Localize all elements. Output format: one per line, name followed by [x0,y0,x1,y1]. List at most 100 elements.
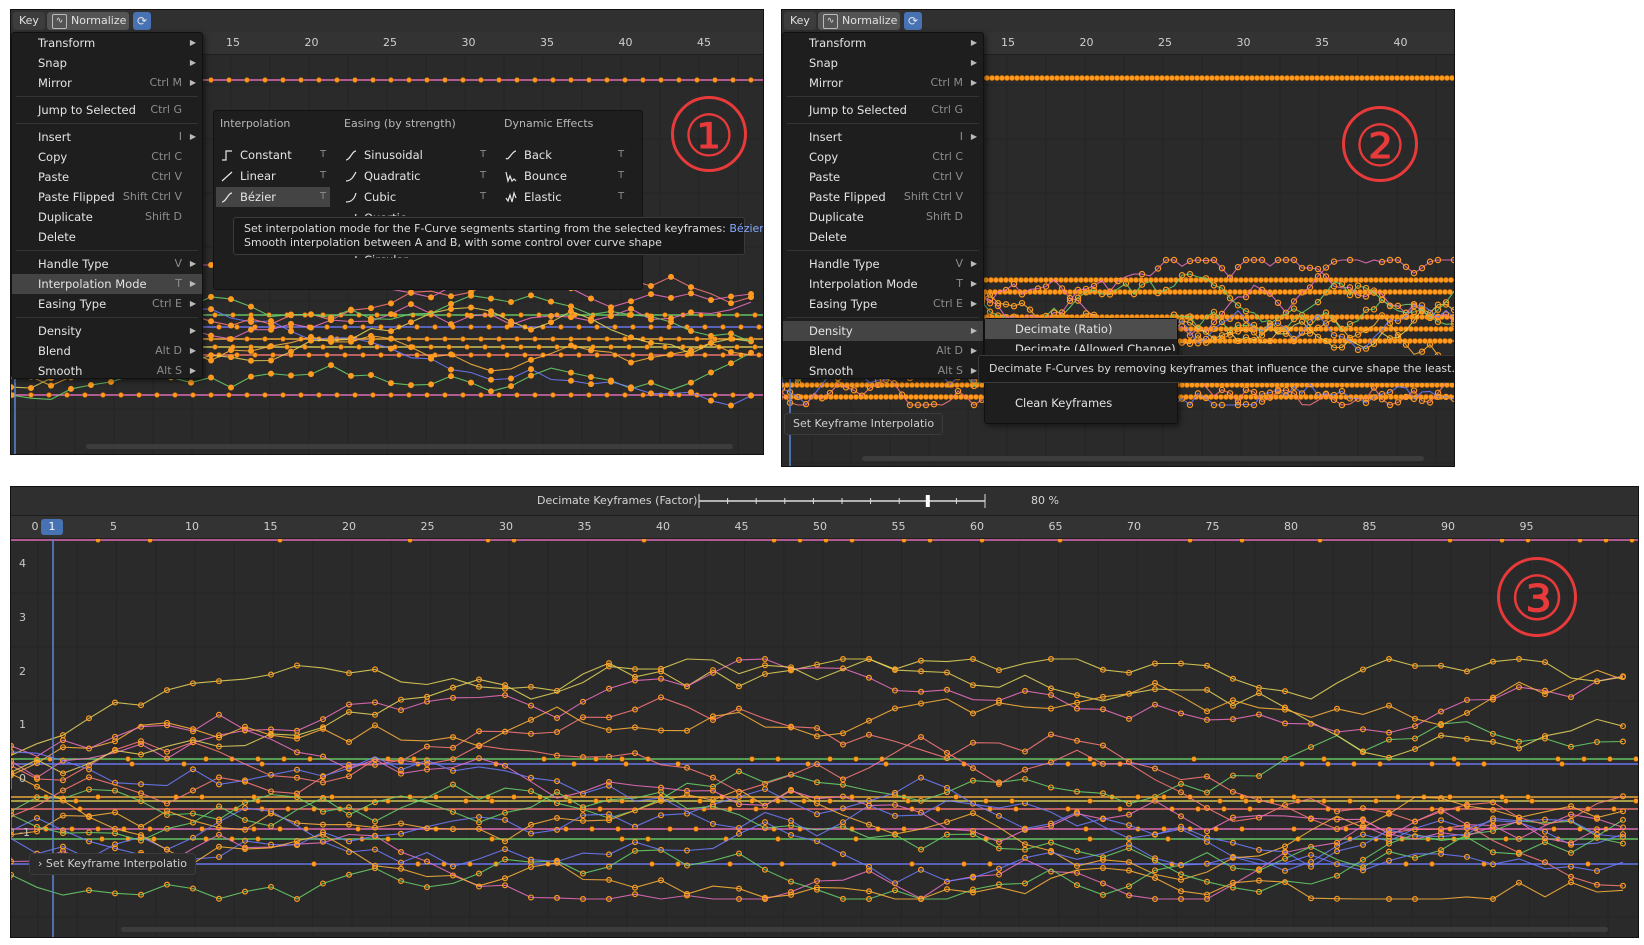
interp-item-bounce[interactable]: Bounce T [500,166,624,186]
menu-item-paste[interactable]: Paste Ctrl V [12,167,202,187]
decimate-ratio-item[interactable]: Decimate (Ratio) [985,319,1177,339]
keyframe-dot [1089,75,1095,81]
menu-item-mirror[interactable]: Mirror Ctrl M ▶ [12,73,202,93]
keyframe-dot [648,324,654,330]
keyframe-dot [1234,314,1240,320]
decimate-factor-slider[interactable]: Decimate Keyframes (Factor) 80 % [537,491,1059,511]
keyframe-dot [1412,289,1418,295]
keyframe-dot [658,77,664,83]
menu-item-interpolation-mode[interactable]: Interpolation Mode T ▶ [783,274,983,294]
keyframe-dot [667,273,674,280]
menu-item-copy[interactable]: Copy Ctrl C [12,147,202,167]
menu-item-transform[interactable]: Transform ▶ [12,33,202,53]
menu-item-jump-to-selected[interactable]: Jump to Selected Ctrl G [783,100,983,120]
menu-item-duplicate[interactable]: Duplicate Shift D [783,207,983,227]
keyframe-dot [658,336,664,342]
normalize-button[interactable]: ∿ Normalize [47,12,129,30]
menu-item-duplicate[interactable]: Duplicate Shift D [12,207,202,227]
keyframe-dot [1377,338,1383,344]
keyframe-dot [1364,314,1370,320]
menu-item-smooth[interactable]: Smooth Alt S ▶ [12,361,202,381]
keyframe-dot [428,353,435,360]
keyframe-dot [464,344,470,350]
key-menu-button[interactable]: Key [13,12,45,30]
frame-ruler[interactable]: 0 5 10 15 20 25 30 35 40 45 50 55 60 65 70 75 80 85 90 95 1 [11,516,1638,539]
menu-item-density[interactable]: Density ▶ [12,321,202,341]
keyframe-dot [1307,338,1313,344]
keyframe-dot [514,77,520,83]
keyframe-dot [667,351,674,358]
menu-item-insert[interactable]: Insert I ▶ [783,127,983,147]
keyframe-dot [662,344,668,350]
menu-item-snap[interactable]: Snap ▶ [12,53,202,73]
keyframe-dot [1303,277,1309,283]
keyframe-dot [1317,289,1323,295]
keyframe-dot [1139,75,1145,81]
menu-item-blend[interactable]: Blend Alt D ▶ [12,341,202,361]
keyframe-dot [1373,277,1379,283]
fcurve-graph[interactable] [11,539,1638,937]
interp-item-quadratic[interactable]: Quadratic T [340,166,486,186]
keyframe-dot [378,352,384,358]
keyframe-dot [803,394,809,400]
menu-item-snap[interactable]: Snap ▶ [783,53,983,73]
normalize-button[interactable]: ∿ Normalize [818,12,900,30]
keyframe-dot [727,335,734,342]
menu-item-interpolation-mode[interactable]: Interpolation Mode T ▶ [12,274,202,294]
menu-item-smooth[interactable]: Smooth Alt S ▶ [783,361,983,381]
menu-item-paste[interactable]: Paste Ctrl V [783,167,983,187]
menu-item-insert[interactable]: Insert I ▶ [12,127,202,147]
last-operator-panel[interactable]: Set Keyframe Interpolatio [784,413,944,435]
menu-item-transform[interactable]: Transform ▶ [783,33,983,53]
sync-icon[interactable]: ⟳ [904,12,922,30]
decimate-allowed-change-item[interactable]: Decimate (Allowed Change) [985,339,1177,351]
keyframe-dot [370,77,376,83]
menu-item-handle-type[interactable]: Handle Type V ▶ [12,254,202,274]
keyframe-dot [1364,75,1370,81]
menu-item-label: Paste Flipped [809,190,886,204]
keyframe-dot [899,382,905,388]
menu-item-density[interactable]: Density ▶ [783,321,983,341]
menu-item-easing-type[interactable]: Easing Type Ctrl E ▶ [12,294,202,314]
keyframe-dot [1193,277,1199,283]
keyframe-dot [154,392,160,398]
interp-item-back[interactable]: Back T [500,145,624,165]
menu-item-mirror[interactable]: Mirror Ctrl M ▶ [783,73,983,93]
interp-item-shortcut: T [618,170,625,181]
keyframe-dot [619,836,625,842]
current-frame-indicator[interactable]: 1 [41,519,63,535]
menu-item-blend[interactable]: Blend Alt D ▶ [783,341,983,361]
menu-item-paste-flipped[interactable]: Paste Flipped Shift Ctrl V [783,187,983,207]
keyframe-dot [1417,289,1423,295]
keyframe-dot [1189,382,1195,388]
keyframe-dot [1455,761,1461,767]
interp-item-cubic[interactable]: Cubic T [340,187,486,207]
menu-item-easing-type[interactable]: Easing Type Ctrl E ▶ [783,294,983,314]
keyframe-dot [532,77,538,83]
menu-item-handle-type[interactable]: Handle Type V ▶ [783,254,983,274]
keyframe-dot [1079,75,1085,81]
clean-keyframes-item[interactable]: Clean Keyframes [985,393,1177,413]
menu-item-copy[interactable]: Copy Ctrl C [783,147,983,167]
interp-item-elastic[interactable]: Elastic T [500,187,624,207]
keyframe-dot [1047,289,1053,295]
keyframe-dot [1227,338,1233,344]
keyframe-dot [468,304,475,311]
menu-item-delete[interactable]: Delete [783,227,983,247]
menu-item-paste-flipped[interactable]: Paste Flipped Shift Ctrl V [12,187,202,207]
interp-item-sinusoidal[interactable]: Sinusoidal T [340,145,486,165]
interp-item-quartic[interactable]: QuarticT [340,208,406,216]
key-menu-button[interactable]: Key [784,12,816,30]
keyframe-dot [1269,75,1275,81]
keyframe-dot [567,377,574,384]
slider-track[interactable] [697,491,997,511]
menu-item-delete[interactable]: Delete [12,227,202,247]
submenu-arrow-icon: ▶ [189,259,196,268]
menu-item-jump-to-selected[interactable]: Jump to Selected Ctrl G [12,100,202,120]
keyframe-dot [1108,277,1114,283]
last-operator-panel[interactable]: › Set Keyframe Interpolatio [29,853,196,875]
interp-item-constant-interp[interactable]: Constant T [216,145,326,165]
sync-icon[interactable]: ⟳ [133,12,151,30]
interp-item-linear-interp[interactable]: Linear T [216,166,326,186]
interp-item-bezier-interp[interactable]: Bézier T [216,187,330,207]
